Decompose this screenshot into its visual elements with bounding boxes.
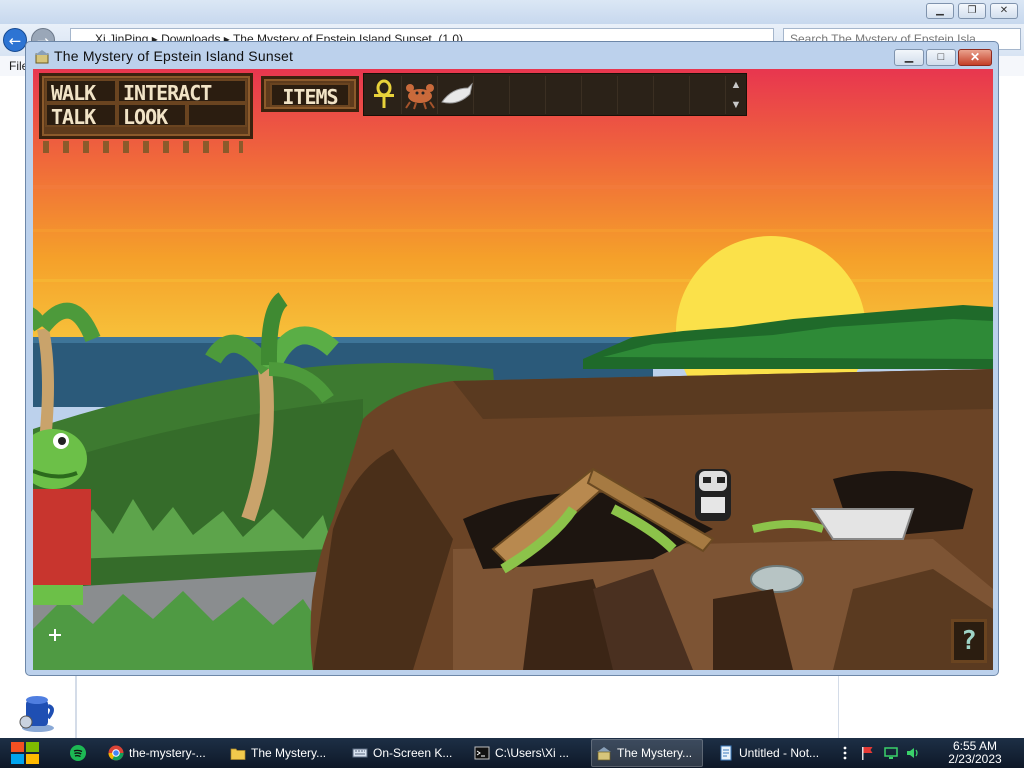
- items-button-label[interactable]: ITEMS: [270, 83, 350, 109]
- clock-date: 2/23/2023: [948, 752, 1002, 766]
- taskbar-clock[interactable]: 6:55 AM 2/23/2023: [932, 739, 1018, 767]
- back-button[interactable]: ←: [3, 28, 27, 52]
- inventory-bar: ▲ ▼: [363, 73, 747, 116]
- frog-character[interactable]: [33, 429, 91, 605]
- island-sunset-scene[interactable]: [33, 69, 993, 670]
- taskbar-item-label: Untitled - Not...: [739, 746, 820, 760]
- sky-band: [33, 185, 993, 189]
- crab-icon[interactable]: [402, 76, 438, 114]
- verb-panel-fringe: [43, 141, 243, 153]
- verb-empty-slot: [187, 103, 247, 127]
- spotify-icon[interactable]: [70, 745, 86, 761]
- inventory-slot[interactable]: [510, 76, 546, 114]
- inventory-slot[interactable]: [474, 76, 510, 114]
- taskbar-item-cmd[interactable]: C:\Users\Xi ...: [469, 739, 581, 767]
- inventory-slot[interactable]: [546, 76, 582, 114]
- game-window: The Mystery of Epstein Island Sunset ▁ □…: [25, 41, 999, 676]
- tray-overflow-icon[interactable]: [838, 746, 852, 760]
- explorer-caption-bar: ▁ ❐ ✕: [0, 0, 1024, 24]
- folder-icon: [230, 748, 246, 760]
- taskbar-item-game[interactable]: The Mystery...: [591, 739, 703, 767]
- game-window-title: The Mystery of Epstein Island Sunset: [54, 48, 294, 64]
- keyboard-icon: [352, 748, 368, 758]
- verb-walk-button[interactable]: WALK: [45, 79, 117, 105]
- game-window-icon: [35, 50, 49, 64]
- taskbar-item-label: C:\Users\Xi ...: [495, 746, 570, 760]
- taskbar-item-label: On-Screen K...: [373, 746, 453, 760]
- volume-icon[interactable]: [906, 746, 920, 760]
- game-scene[interactable]: WALK INTERACT TALK LOOK ITEMS ▲ ▼ ?: [33, 69, 993, 670]
- taskbar-item-label: The Mystery...: [617, 746, 693, 760]
- inventory-slot[interactable]: [402, 76, 438, 114]
- game-minimize-button[interactable]: ▁: [894, 49, 924, 66]
- taskbar-item-label: The Mystery...: [251, 746, 327, 760]
- fish-icon[interactable]: [438, 76, 474, 114]
- taskbar-item-chrome[interactable]: the-mystery-...: [103, 739, 215, 767]
- items-button[interactable]: ITEMS: [261, 76, 359, 112]
- sky-band: [33, 229, 993, 232]
- help-button[interactable]: ?: [951, 619, 987, 663]
- cmd-icon: [474, 746, 490, 760]
- taskbar-item-label: the-mystery-...: [129, 746, 206, 760]
- game-maker-desktop-icon[interactable]: [16, 690, 60, 734]
- taskbar: the-mystery-... The Mystery... On-Screen…: [0, 738, 1024, 768]
- taskbar-item-folder[interactable]: The Mystery...: [225, 739, 337, 767]
- inventory-slot[interactable]: [366, 76, 402, 114]
- preview-pane: [838, 676, 1024, 738]
- game-maximize-button[interactable]: □: [926, 49, 956, 66]
- sea-shimmer: [33, 337, 653, 343]
- panda-character[interactable]: [695, 469, 731, 521]
- explorer-restore-button[interactable]: ❐: [958, 3, 986, 19]
- inventory-scroll-down-icon[interactable]: ▼: [728, 96, 744, 114]
- explorer-close-button[interactable]: ✕: [990, 3, 1018, 19]
- network-icon[interactable]: [884, 746, 898, 760]
- verb-talk-button[interactable]: TALK: [45, 103, 117, 129]
- inventory-scroll-up-icon[interactable]: ▲: [728, 76, 744, 94]
- start-button[interactable]: [8, 739, 42, 767]
- game-icon: [597, 747, 611, 761]
- game-close-button[interactable]: ✕: [958, 49, 992, 66]
- inventory-slot[interactable]: [618, 76, 654, 114]
- verb-panel: WALK INTERACT TALK LOOK: [39, 73, 253, 139]
- inventory-slot[interactable]: [654, 76, 690, 114]
- explorer-minimize-button[interactable]: ▁: [926, 3, 954, 19]
- inventory-slot[interactable]: [582, 76, 618, 114]
- inventory-slot[interactable]: [690, 76, 726, 114]
- ankh-icon[interactable]: [366, 76, 402, 114]
- notepad-icon: [720, 745, 732, 761]
- plate[interactable]: [750, 565, 804, 593]
- chrome-icon: [108, 745, 124, 761]
- inventory-slot[interactable]: [438, 76, 474, 114]
- taskbar-item-notepad[interactable]: Untitled - Not...: [713, 739, 825, 767]
- verb-interact-button[interactable]: INTERACT: [117, 79, 247, 105]
- action-center-flag-icon[interactable]: [860, 746, 874, 760]
- file-list-pane: [76, 676, 838, 738]
- taskbar-item-keyboard[interactable]: On-Screen K...: [347, 739, 459, 767]
- verb-look-button[interactable]: LOOK: [117, 103, 187, 129]
